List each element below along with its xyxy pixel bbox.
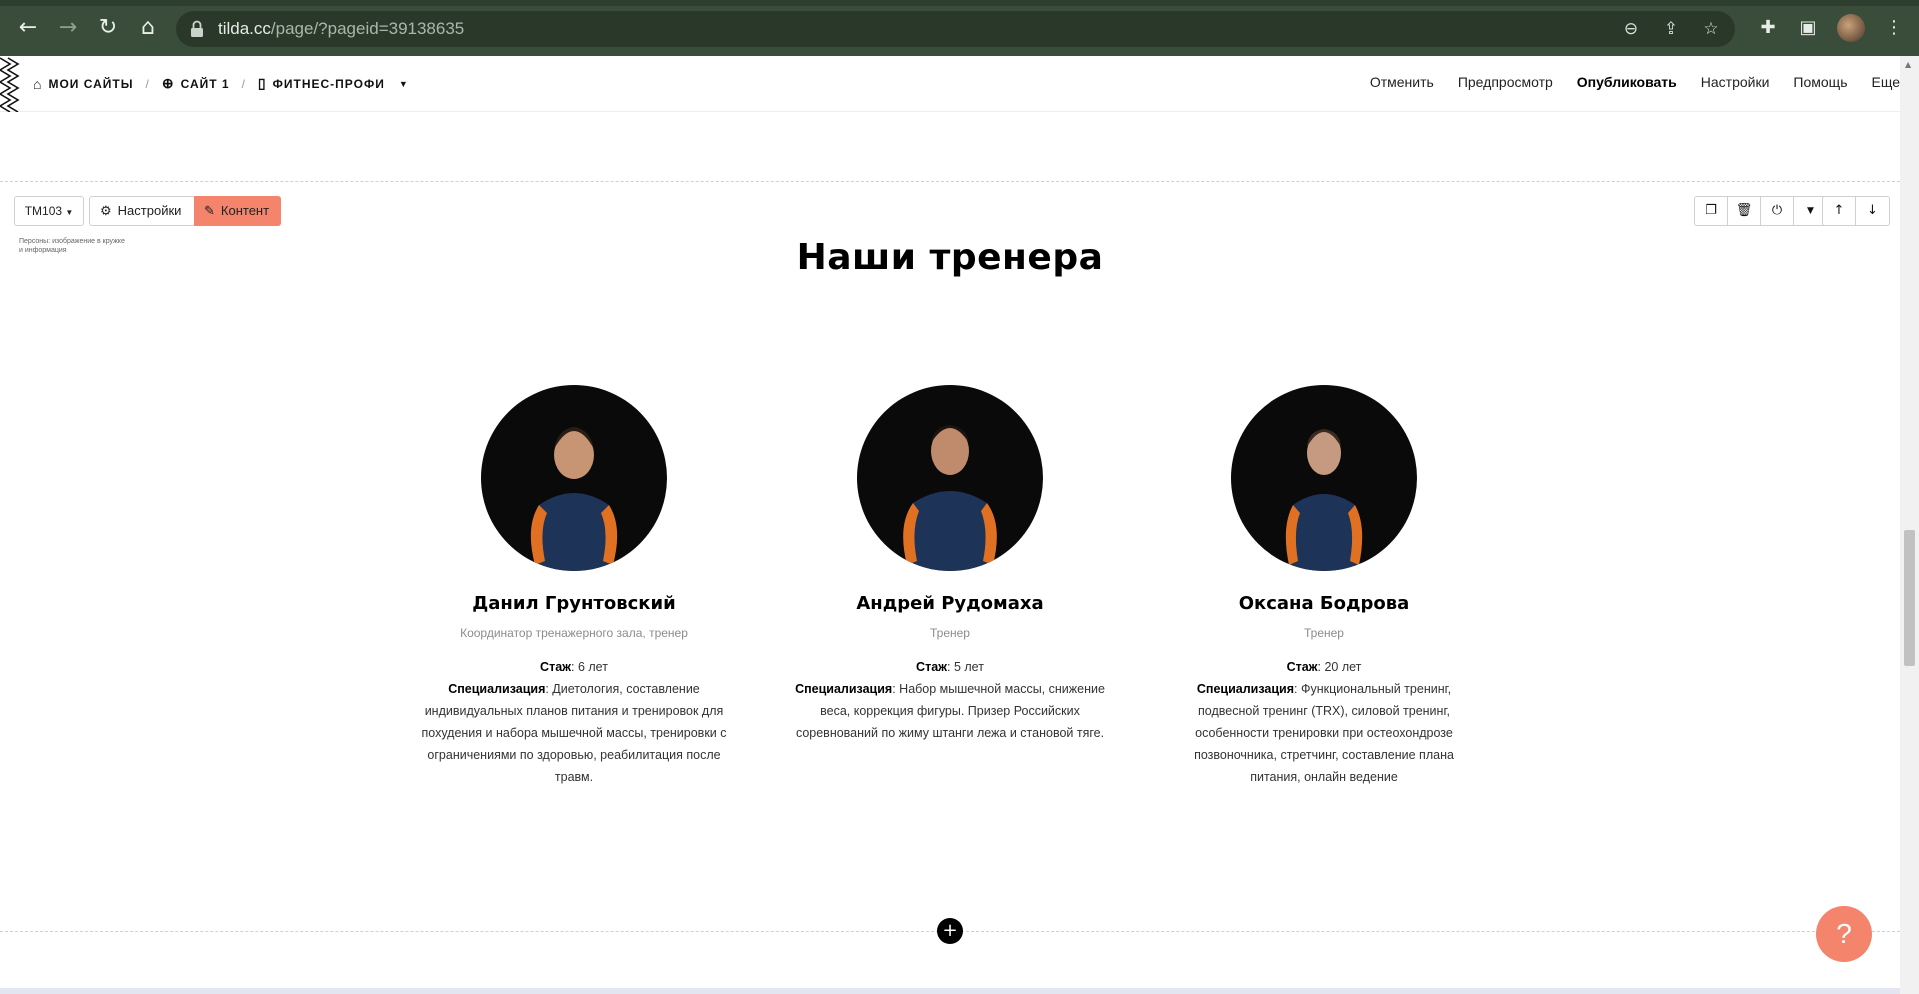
block-divider (0, 181, 1900, 182)
breadcrumb-label: ФИТНЕС-ПРОФИ (272, 76, 385, 91)
move-down-icon[interactable]: ↓ (1856, 197, 1889, 225)
tilda-logo-pattern-icon (0, 57, 20, 112)
trainer-description: Стаж: 20 лет Специализация: Функциональн… (1169, 656, 1479, 788)
add-block-button[interactable]: + (937, 918, 963, 944)
reload-icon[interactable]: ↻ (94, 14, 122, 42)
move-up-icon[interactable]: ↑ (1823, 197, 1856, 225)
more-link[interactable]: Еще (1872, 74, 1901, 90)
specialization-label: Специализация (1196, 682, 1295, 696)
person-photo-icon (1285, 429, 1363, 571)
tab-strip (0, 0, 1919, 6)
trainer-photo (857, 385, 1043, 571)
trainer-name: Андрей Рудомаха (856, 593, 1044, 614)
chevron-down-icon: ▼ (65, 208, 74, 217)
breadcrumb-my-sites[interactable]: ⌂ МОИ САЙТЫ (33, 76, 134, 92)
trainer-role: Тренер (930, 626, 970, 640)
pencil-icon: ✎ (204, 203, 215, 218)
forward-arrow-icon[interactable]: → (54, 14, 82, 42)
publish-button[interactable]: Опубликовать (1577, 74, 1677, 90)
block-settings-button[interactable]: ⚙ Настройки (89, 196, 195, 226)
star-icon[interactable]: ☆ (1701, 19, 1721, 39)
back-arrow-icon[interactable]: ← (14, 14, 42, 42)
person-photo-icon (903, 425, 997, 571)
block-id-label: TM103 (24, 204, 63, 218)
extensions-icon[interactable]: ✚ (1757, 17, 1779, 39)
settings-link[interactable]: Настройки (1701, 74, 1770, 90)
specialization-label: Специализация (795, 682, 893, 696)
trainer-photo (1231, 385, 1417, 571)
cancel-button[interactable]: Отменить (1370, 74, 1434, 90)
trainer-description: Стаж: 5 лет Специализация: Набор мышечно… (795, 656, 1105, 744)
block-settings-label: Настройки (117, 203, 182, 218)
tilda-editor-header: ⌂ МОИ САЙТЫ / ⊕ САЙТ 1 / ▯ ФИТНЕС-ПРОФИ … (0, 56, 1900, 112)
trainer-card[interactable]: Оксана Бодрова Тренер Стаж: 20 лет Специ… (1169, 385, 1479, 788)
lock-icon[interactable] (190, 20, 204, 38)
specialization-value: : Функциональный тренинг, подвесной трен… (1194, 682, 1454, 784)
help-link[interactable]: Помощь (1793, 74, 1847, 90)
chevron-down-icon[interactable]: ▼ (399, 79, 409, 89)
bottom-strip (0, 988, 1900, 994)
trainer-card[interactable]: Андрей Рудомаха Тренер Стаж: 5 лет Специ… (795, 385, 1105, 744)
scroll-up-icon[interactable]: ▲ (1905, 60, 1911, 69)
trainer-name: Оксана Бодрова (1238, 593, 1410, 614)
block-content-button[interactable]: ✎ Контент (194, 196, 281, 226)
block-id-dropdown[interactable]: TM103 ▼ (14, 196, 84, 226)
home-icon: ⌂ (33, 75, 43, 92)
breadcrumb-page[interactable]: ▯ ФИТНЕС-ПРОФИ ▼ (258, 75, 409, 92)
breadcrumb-separator: / (145, 76, 150, 91)
gear-icon: ⚙ (100, 203, 112, 218)
trainer-name: Данил Грунтовский (472, 593, 676, 614)
power-icon[interactable]: ⏻ (1761, 197, 1794, 225)
breadcrumb-label: САЙТ 1 (180, 76, 230, 91)
section-title: Наши тренера (796, 237, 1104, 278)
kebab-menu-icon[interactable]: ⋮ (1883, 17, 1905, 39)
duplicate-icon[interactable]: ❐ (1695, 197, 1728, 225)
page-icon: ▯ (257, 75, 267, 91)
trainer-card[interactable]: Данил Грунтовский Координатор тренажерно… (419, 385, 729, 788)
breadcrumb-separator: / (241, 76, 246, 91)
editor-menu: Отменить Предпросмотр Опубликовать Настр… (1370, 74, 1900, 90)
trainer-description: Стаж: 6 лет Специализация: Диетология, с… (419, 656, 729, 788)
block-content-label: Контент (220, 203, 270, 218)
experience-label: Стаж (916, 660, 948, 674)
url-text: tilda.cc/page/?pageid=39138635 (218, 19, 465, 38)
person-photo-icon (530, 427, 618, 571)
profile-avatar[interactable] (1837, 14, 1865, 42)
experience-label: Стаж (540, 660, 572, 674)
scroll-thumb[interactable] (1904, 530, 1915, 666)
side-panel-icon[interactable]: ▣ (1797, 17, 1819, 39)
home-icon[interactable]: ⌂ (134, 14, 162, 42)
block-actions: ❐ 🗑 ⏻ ▼ (1694, 196, 1828, 226)
trash-icon[interactable]: 🗑 (1728, 197, 1761, 225)
breadcrumb-label: МОИ САЙТЫ (48, 76, 134, 91)
specialization-value: : Диетология, составление индивидуальных… (421, 682, 727, 784)
experience-label: Стаж (1286, 660, 1318, 674)
help-button[interactable]: ? (1816, 906, 1872, 962)
experience-value: : 6 лет (571, 660, 608, 674)
block-move-actions: ↑ ↓ (1822, 196, 1890, 226)
trainer-role: Координатор тренажерного зала, тренер (460, 626, 688, 640)
breadcrumb: ⌂ МОИ САЙТЫ / ⊕ САЙТ 1 / ▯ ФИТНЕС-ПРОФИ … (33, 75, 409, 92)
zoom-icon[interactable]: ⊖ (1621, 19, 1641, 39)
experience-value: : 20 лет (1317, 660, 1362, 674)
globe-icon: ⊕ (161, 75, 175, 91)
page-scrollbar[interactable]: ▲ (1900, 56, 1919, 994)
breadcrumb-site[interactable]: ⊕ САЙТ 1 (162, 75, 230, 92)
trainer-role: Тренер (1304, 626, 1344, 640)
address-bar[interactable]: tilda.cc/page/?pageid=39138635 ⊖ ⇪ ☆ (176, 11, 1735, 47)
specialization-label: Специализация (448, 682, 546, 696)
share-icon[interactable]: ⇪ (1661, 19, 1681, 39)
trainer-photo (481, 385, 667, 571)
experience-value: : 5 лет (947, 660, 984, 674)
preview-button[interactable]: Предпросмотр (1458, 74, 1553, 90)
browser-toolbar: ← → ↻ ⌂ tilda.cc/page/?pageid=39138635 ⊖… (0, 0, 1919, 56)
